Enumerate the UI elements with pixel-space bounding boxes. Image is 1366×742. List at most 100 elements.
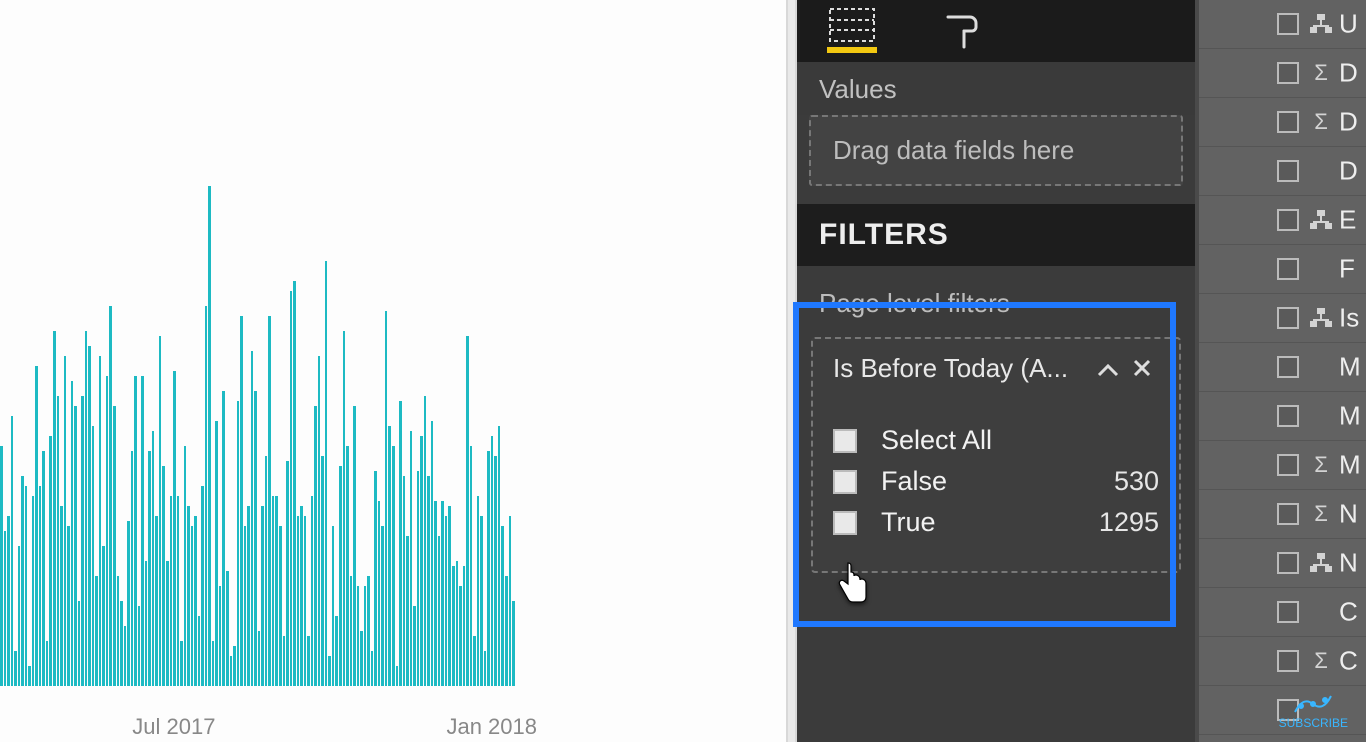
chart-bar xyxy=(434,501,437,686)
chart-bar xyxy=(427,476,430,686)
page-level-filters-label: Page level filters xyxy=(797,284,1195,337)
field-checkbox[interactable] xyxy=(1277,13,1299,35)
chart-bar xyxy=(268,316,271,686)
chart-bar xyxy=(14,651,17,686)
field-checkbox[interactable] xyxy=(1277,160,1299,182)
field-checkbox[interactable] xyxy=(1277,62,1299,84)
chart-bar xyxy=(403,476,406,686)
chart-bar xyxy=(71,381,74,686)
chart-bar xyxy=(64,356,67,686)
chart-bar xyxy=(456,561,459,686)
field-label: C xyxy=(1339,646,1358,677)
chart-bar xyxy=(247,506,250,686)
chart-bar xyxy=(187,506,190,686)
chart-bar xyxy=(21,476,24,686)
remove-filter-icon[interactable] xyxy=(1125,353,1159,384)
values-drop-well[interactable]: Drag data fields here xyxy=(809,115,1183,186)
field-item[interactable]: D xyxy=(1199,147,1366,196)
field-checkbox[interactable] xyxy=(1277,258,1299,280)
field-label: D xyxy=(1339,107,1358,138)
chart-bar xyxy=(325,261,328,686)
field-item[interactable]: Is xyxy=(1199,294,1366,343)
fields-tab-icon[interactable] xyxy=(827,9,877,53)
field-checkbox[interactable] xyxy=(1277,650,1299,672)
chart-bar xyxy=(470,446,473,686)
chart-bar xyxy=(406,536,409,686)
chart-bar xyxy=(484,651,487,686)
field-checkbox[interactable] xyxy=(1277,503,1299,525)
chart-bar xyxy=(212,641,215,686)
hierarchy-icon xyxy=(1307,308,1335,328)
chart-bar xyxy=(378,501,381,686)
sigma-icon: Σ xyxy=(1307,109,1335,135)
field-item[interactable]: M xyxy=(1199,392,1366,441)
collapse-icon[interactable] xyxy=(1091,353,1125,384)
chart-bar xyxy=(261,506,264,686)
hierarchy-icon xyxy=(1307,210,1335,230)
field-item[interactable]: F xyxy=(1199,245,1366,294)
checkbox[interactable] xyxy=(833,470,857,494)
field-checkbox[interactable] xyxy=(1277,111,1299,133)
checkbox[interactable] xyxy=(833,429,857,453)
field-checkbox[interactable] xyxy=(1277,405,1299,427)
chart-bar xyxy=(487,451,490,686)
chart-bar xyxy=(145,561,148,686)
filters-header: FILTERS xyxy=(797,204,1195,266)
chart-bar xyxy=(35,366,38,686)
fields-panel: UΣDΣDDEFIsMMΣMΣNNCΣC SUBSCRIBE xyxy=(1195,0,1366,742)
field-item[interactable]: ΣN xyxy=(1199,490,1366,539)
column-chart[interactable]: Jul 2017Jan 2018 xyxy=(0,108,516,742)
format-tab-icon[interactable] xyxy=(937,9,987,53)
field-checkbox[interactable] xyxy=(1277,552,1299,574)
chart-bar xyxy=(431,421,434,686)
chart-bar xyxy=(332,526,335,686)
field-item[interactable]: M xyxy=(1199,343,1366,392)
chart-bar xyxy=(297,516,300,686)
chart-bar xyxy=(201,486,204,686)
chart-bar xyxy=(251,351,254,686)
field-label: N xyxy=(1339,499,1358,530)
chart-bar xyxy=(244,526,247,686)
report-canvas[interactable]: Jul 2017 Jan 2018 xyxy=(0,0,786,742)
subscribe-badge[interactable]: SUBSCRIBE xyxy=(1279,694,1348,730)
field-item[interactable]: N xyxy=(1199,539,1366,588)
chart-bar xyxy=(240,316,243,686)
x-axis-tick: Jul 2017 xyxy=(132,714,215,740)
field-item[interactable]: E xyxy=(1199,196,1366,245)
chart-bar xyxy=(360,631,363,686)
field-item[interactable]: ΣD xyxy=(1199,98,1366,147)
field-checkbox[interactable] xyxy=(1277,209,1299,231)
chart-bar xyxy=(57,396,60,686)
chart-bar xyxy=(25,486,28,686)
field-item[interactable]: ΣM xyxy=(1199,441,1366,490)
field-checkbox[interactable] xyxy=(1277,307,1299,329)
filter-option[interactable]: True1295 xyxy=(833,502,1159,543)
chart-bar xyxy=(335,616,338,686)
chart-bars xyxy=(0,186,516,686)
chart-bar xyxy=(491,436,494,686)
chart-bar xyxy=(272,496,275,686)
chart-bar xyxy=(498,426,501,686)
chart-bar xyxy=(109,306,112,686)
filter-option[interactable]: Select All xyxy=(833,420,1159,461)
chart-bar xyxy=(388,426,391,686)
hierarchy-icon xyxy=(1307,553,1335,573)
field-checkbox[interactable] xyxy=(1277,454,1299,476)
sigma-icon: Σ xyxy=(1307,648,1335,674)
chart-bar xyxy=(399,401,402,686)
x-axis-tick: Jan 2018 xyxy=(446,714,537,740)
field-checkbox[interactable] xyxy=(1277,601,1299,623)
chart-bar xyxy=(353,406,356,686)
filter-option-label: False xyxy=(881,466,1114,497)
field-item[interactable]: U xyxy=(1199,0,1366,49)
chart-bar xyxy=(180,641,183,686)
checkbox[interactable] xyxy=(833,511,857,535)
field-item[interactable]: ΣD xyxy=(1199,49,1366,98)
chart-bar xyxy=(350,576,353,686)
field-label: Is xyxy=(1339,303,1359,334)
field-checkbox[interactable] xyxy=(1277,356,1299,378)
chart-bar xyxy=(60,506,63,686)
field-item[interactable]: ΣC xyxy=(1199,637,1366,686)
field-item[interactable]: C xyxy=(1199,588,1366,637)
filter-option[interactable]: False530 xyxy=(833,461,1159,502)
